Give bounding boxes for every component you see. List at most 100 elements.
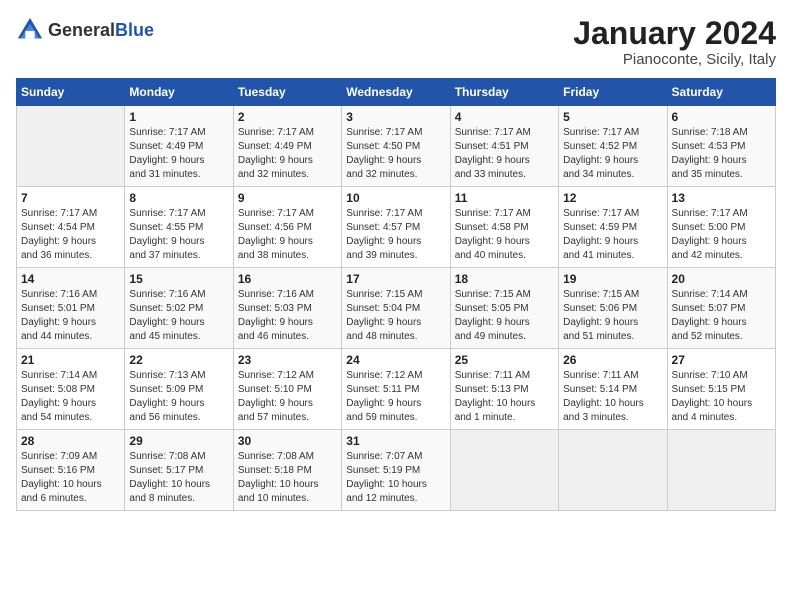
day-info: Sunrise: 7:15 AM Sunset: 5:05 PM Dayligh… xyxy=(455,288,554,344)
day-number: 20 xyxy=(672,272,771,286)
day-info: Sunrise: 7:17 AM Sunset: 4:58 PM Dayligh… xyxy=(455,207,554,263)
calendar-cell: 31 Sunrise: 7:07 AM Sunset: 5:19 PM Dayli… xyxy=(342,430,450,511)
day-number: 3 xyxy=(346,110,445,124)
day-info: Sunrise: 7:15 AM Sunset: 5:06 PM Dayligh… xyxy=(563,288,662,344)
calendar-cell: 30Sunrise: 7:08 AM Sunset: 5:18 PM Dayli… xyxy=(233,430,341,511)
day-of-week-header: Thursday xyxy=(450,79,558,106)
calendar-cell: 10Sunrise: 7:17 AM Sunset: 4:57 PM Dayli… xyxy=(342,187,450,268)
calendar-subtitle: Pianoconte, Sicily, Italy xyxy=(573,51,776,68)
calendar-cell: 23 Sunrise: 7:12 AM Sunset: 5:10 PM Dayli… xyxy=(233,349,341,430)
calendar-cell: 24 Sunrise: 7:12 AM Sunset: 5:11 PM Dayli… xyxy=(342,349,450,430)
day-number: 23 xyxy=(238,353,337,367)
day-of-week-header: Tuesday xyxy=(233,79,341,106)
day-info: Sunrise: 7:09 AM Sunset: 5:16 PM Dayligh… xyxy=(21,450,120,506)
calendar-cell: 11 Sunrise: 7:17 AM Sunset: 4:58 PM Dayli… xyxy=(450,187,558,268)
day-number: 14 xyxy=(21,272,120,286)
day-number: 6 xyxy=(672,110,771,124)
day-number: 16 xyxy=(238,272,337,286)
day-number: 9 xyxy=(238,191,337,205)
day-number: 24 xyxy=(346,353,445,367)
day-info: Sunrise: 7:17 AM Sunset: 4:51 PM Dayligh… xyxy=(455,126,554,182)
day-info: Sunrise: 7:15 AM Sunset: 5:04 PM Dayligh… xyxy=(346,288,445,344)
day-info: Sunrise: 7:17 AM Sunset: 4:54 PM Dayligh… xyxy=(21,207,120,263)
day-number: 17 xyxy=(346,272,445,286)
day-info: Sunrise: 7:17 AM Sunset: 5:00 PM Dayligh… xyxy=(672,207,771,263)
day-number: 29 xyxy=(129,434,228,448)
day-info: Sunrise: 7:14 AM Sunset: 5:08 PM Dayligh… xyxy=(21,369,120,425)
calendar-cell xyxy=(450,430,558,511)
day-info: Sunrise: 7:17 AM Sunset: 4:50 PM Dayligh… xyxy=(346,126,445,182)
day-number: 31 xyxy=(346,434,445,448)
calendar-cell: 8Sunrise: 7:17 AM Sunset: 4:55 PM Daylig… xyxy=(125,187,233,268)
day-number: 1 xyxy=(129,110,228,124)
day-info: Sunrise: 7:17 AM Sunset: 4:52 PM Dayligh… xyxy=(563,126,662,182)
day-number: 26 xyxy=(563,353,662,367)
calendar-cell: 15 Sunrise: 7:16 AM Sunset: 5:02 PM Dayli… xyxy=(125,268,233,349)
calendar-week-row: 21Sunrise: 7:14 AM Sunset: 5:08 PM Dayli… xyxy=(17,349,776,430)
day-info: Sunrise: 7:16 AM Sunset: 5:02 PM Dayligh… xyxy=(129,288,228,344)
day-number: 13 xyxy=(672,191,771,205)
day-number: 11 xyxy=(455,191,554,205)
day-of-week-header: Sunday xyxy=(17,79,125,106)
day-number: 5 xyxy=(563,110,662,124)
calendar-cell: 3 Sunrise: 7:17 AM Sunset: 4:50 PM Daylig… xyxy=(342,106,450,187)
day-number: 28 xyxy=(21,434,120,448)
day-info: Sunrise: 7:17 AM Sunset: 4:55 PM Dayligh… xyxy=(129,207,228,263)
day-info: Sunrise: 7:14 AM Sunset: 5:07 PM Dayligh… xyxy=(672,288,771,344)
day-info: Sunrise: 7:13 AM Sunset: 5:09 PM Dayligh… xyxy=(129,369,228,425)
calendar-cell: 20 Sunrise: 7:14 AM Sunset: 5:07 PM Dayli… xyxy=(667,268,775,349)
day-info: Sunrise: 7:17 AM Sunset: 4:57 PM Dayligh… xyxy=(346,207,445,263)
calendar-cell xyxy=(559,430,667,511)
calendar-cell: 13 Sunrise: 7:17 AM Sunset: 5:00 PM Dayli… xyxy=(667,187,775,268)
day-info: Sunrise: 7:17 AM Sunset: 4:56 PM Dayligh… xyxy=(238,207,337,263)
day-number: 22 xyxy=(129,353,228,367)
calendar-cell: 19Sunrise: 7:15 AM Sunset: 5:06 PM Dayli… xyxy=(559,268,667,349)
day-number: 12 xyxy=(563,191,662,205)
calendar-cell: 5 Sunrise: 7:17 AM Sunset: 4:52 PM Daylig… xyxy=(559,106,667,187)
day-info: Sunrise: 7:18 AM Sunset: 4:53 PM Dayligh… xyxy=(672,126,771,182)
day-of-week-header: Wednesday xyxy=(342,79,450,106)
calendar-cell: 21Sunrise: 7:14 AM Sunset: 5:08 PM Dayli… xyxy=(17,349,125,430)
calendar-cell: 4 Sunrise: 7:17 AM Sunset: 4:51 PM Daylig… xyxy=(450,106,558,187)
day-info: Sunrise: 7:17 AM Sunset: 4:49 PM Dayligh… xyxy=(238,126,337,182)
day-info: Sunrise: 7:08 AM Sunset: 5:18 PM Dayligh… xyxy=(238,450,337,506)
day-info: Sunrise: 7:16 AM Sunset: 5:03 PM Dayligh… xyxy=(238,288,337,344)
calendar-cell: 25Sunrise: 7:11 AM Sunset: 5:13 PM Dayli… xyxy=(450,349,558,430)
calendar-week-row: 1 Sunrise: 7:17 AM Sunset: 4:49 PM Daylig… xyxy=(17,106,776,187)
calendar-week-row: 7Sunrise: 7:17 AM Sunset: 4:54 PM Daylig… xyxy=(17,187,776,268)
logo-blue: Blue xyxy=(115,21,154,39)
logo-general: General xyxy=(48,21,115,39)
calendar-cell: 14 Sunrise: 7:16 AM Sunset: 5:01 PM Dayli… xyxy=(17,268,125,349)
calendar-cell: 29Sunrise: 7:08 AM Sunset: 5:17 PM Dayli… xyxy=(125,430,233,511)
day-info: Sunrise: 7:16 AM Sunset: 5:01 PM Dayligh… xyxy=(21,288,120,344)
calendar-cell: 1 Sunrise: 7:17 AM Sunset: 4:49 PM Daylig… xyxy=(125,106,233,187)
calendar-cell: 26Sunrise: 7:11 AM Sunset: 5:14 PM Dayli… xyxy=(559,349,667,430)
calendar-cell: 28 Sunrise: 7:09 AM Sunset: 5:16 PM Dayli… xyxy=(17,430,125,511)
calendar-cell: 27Sunrise: 7:10 AM Sunset: 5:15 PM Dayli… xyxy=(667,349,775,430)
day-info: Sunrise: 7:17 AM Sunset: 4:59 PM Dayligh… xyxy=(563,207,662,263)
calendar-cell: 12 Sunrise: 7:17 AM Sunset: 4:59 PM Dayli… xyxy=(559,187,667,268)
day-info: Sunrise: 7:07 AM Sunset: 5:19 PM Dayligh… xyxy=(346,450,445,506)
logo-icon xyxy=(16,16,44,44)
logo: General Blue xyxy=(16,16,154,44)
calendar-cell: 2Sunrise: 7:17 AM Sunset: 4:49 PM Daylig… xyxy=(233,106,341,187)
day-of-week-header: Monday xyxy=(125,79,233,106)
day-number: 25 xyxy=(455,353,554,367)
day-info: Sunrise: 7:12 AM Sunset: 5:10 PM Dayligh… xyxy=(238,369,337,425)
day-number: 4 xyxy=(455,110,554,124)
calendar-cell: 22 Sunrise: 7:13 AM Sunset: 5:09 PM Dayli… xyxy=(125,349,233,430)
calendar-cell xyxy=(17,106,125,187)
day-info: Sunrise: 7:10 AM Sunset: 5:15 PM Dayligh… xyxy=(672,369,771,425)
day-of-week-header: Friday xyxy=(559,79,667,106)
calendar-table: SundayMondayTuesdayWednesdayThursdayFrid… xyxy=(16,78,776,511)
calendar-week-row: 14 Sunrise: 7:16 AM Sunset: 5:01 PM Dayli… xyxy=(17,268,776,349)
calendar-cell: 18Sunrise: 7:15 AM Sunset: 5:05 PM Dayli… xyxy=(450,268,558,349)
day-info: Sunrise: 7:12 AM Sunset: 5:11 PM Dayligh… xyxy=(346,369,445,425)
page-header: General Blue January 2024 Pianoconte, Si… xyxy=(16,16,776,68)
title-block: January 2024 Pianoconte, Sicily, Italy xyxy=(573,16,776,68)
day-info: Sunrise: 7:17 AM Sunset: 4:49 PM Dayligh… xyxy=(129,126,228,182)
calendar-cell: 16 Sunrise: 7:16 AM Sunset: 5:03 PM Dayli… xyxy=(233,268,341,349)
calendar-cell: 17 Sunrise: 7:15 AM Sunset: 5:04 PM Dayli… xyxy=(342,268,450,349)
calendar-title: January 2024 xyxy=(573,16,776,51)
day-number: 15 xyxy=(129,272,228,286)
